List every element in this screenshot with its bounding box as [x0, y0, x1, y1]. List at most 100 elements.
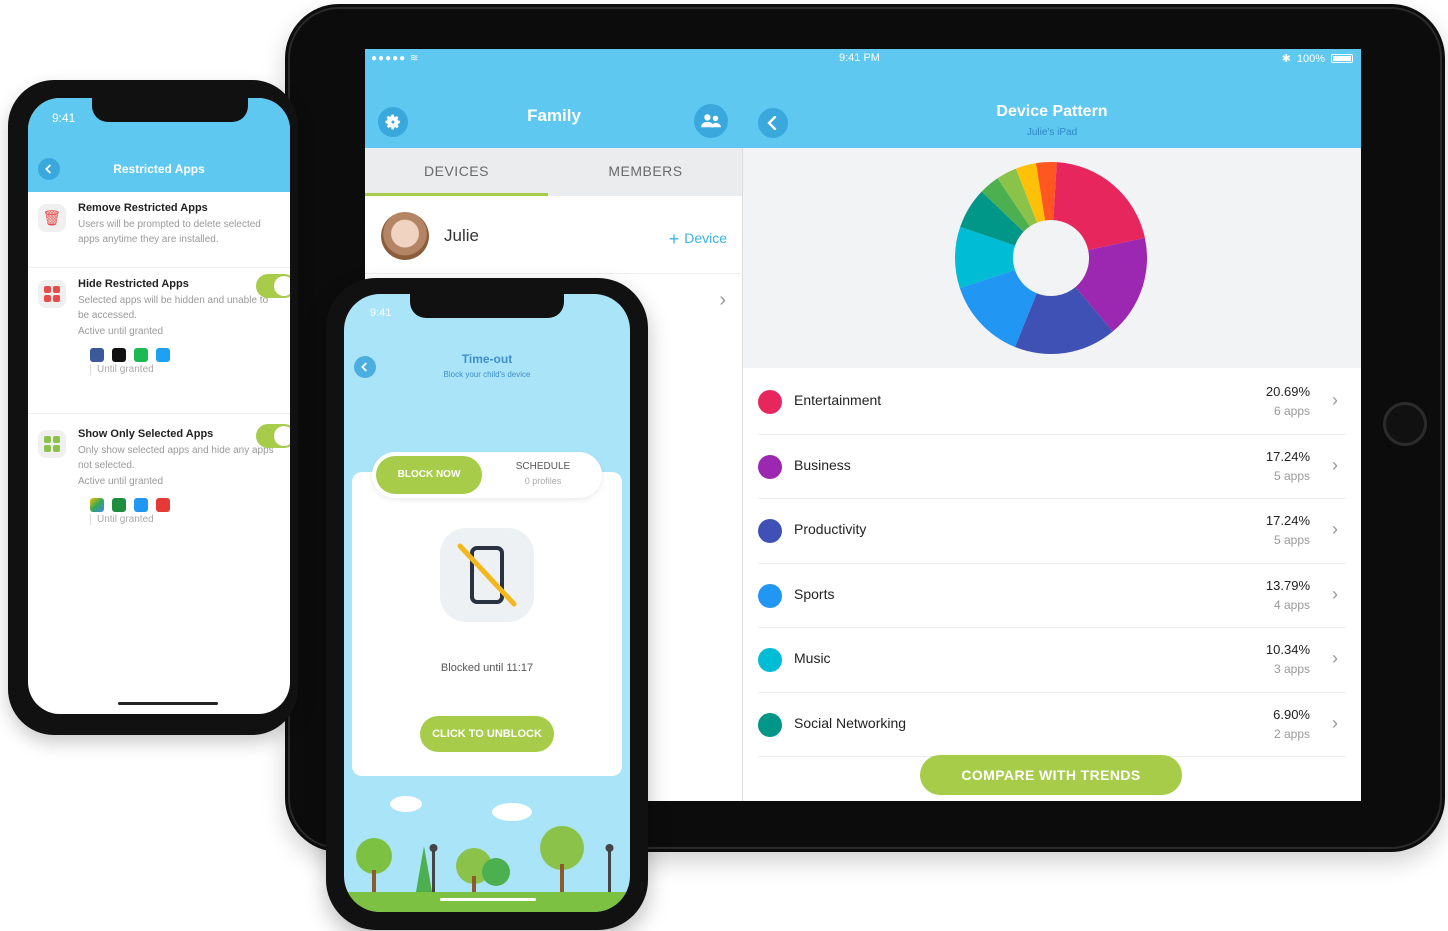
active-status: Active until granted — [78, 476, 164, 487]
category-app-count: 2 apps — [1273, 726, 1310, 741]
item-title: Show Only Selected Apps — [78, 428, 214, 440]
calendar-icon — [134, 498, 148, 512]
until-granted-label: Until granted — [90, 514, 154, 525]
device-member-tabs: DEVICES MEMBERS — [365, 148, 743, 196]
member-row[interactable]: Julie + Device — [365, 196, 743, 274]
left-phone-device: 9:41 Restricted Apps 🗑 Remove Restricted… — [8, 80, 298, 735]
status-time: 9:41 — [52, 111, 76, 125]
until-granted-label: Until granted — [90, 364, 154, 375]
trash-icon: 🗑 — [38, 204, 66, 232]
restricted-app-icons — [90, 348, 170, 362]
avatar — [381, 212, 429, 260]
chevron-right-icon: › — [1332, 519, 1338, 539]
status-time: 9:41 PM — [839, 52, 880, 64]
item-description: Only show selected apps and hide any app… — [78, 445, 274, 471]
family-header: Family — [365, 71, 743, 148]
category-app-count: 6 apps — [1273, 404, 1310, 418]
hide-restricted-toggle[interactable] — [256, 274, 290, 298]
family-title: Family — [527, 106, 581, 125]
click-to-unblock-button[interactable]: CLICK TO UNBLOCK — [420, 716, 554, 752]
item-description: Selected apps will be hidden and unable … — [78, 295, 269, 321]
blocked-phone-icon — [440, 528, 534, 622]
google-drive-icon — [90, 498, 104, 512]
show-only-selected-apps-item: Show Only Selected Apps Only show select… — [28, 424, 290, 554]
schedule-profile-count: 0 profiles — [524, 476, 562, 486]
restricted-apps-title: Restricted Apps — [113, 162, 205, 176]
category-color-dot — [758, 519, 782, 543]
compare-with-trends-button[interactable]: COMPARE WITH TRENDS — [920, 755, 1182, 795]
category-donut-chart — [955, 162, 1147, 354]
category-row[interactable]: Productivity 17.24% 5 apps › — [758, 499, 1346, 564]
block-now-button[interactable]: BLOCK NOW — [376, 456, 482, 494]
left-phone-screen: 9:41 Restricted Apps 🗑 Remove Restricted… — [28, 98, 290, 714]
tab-devices[interactable]: DEVICES — [365, 148, 548, 196]
category-percent: 6.90% — [1273, 706, 1310, 722]
add-device-button[interactable]: + Device — [669, 229, 727, 250]
chevron-right-icon: › — [1332, 583, 1338, 604]
category-name: Productivity — [794, 521, 867, 537]
category-color-dot — [758, 648, 782, 672]
remove-restricted-apps-item[interactable]: 🗑 Remove Restricted Apps Users will be p… — [28, 198, 290, 268]
chevron-right-icon: › — [1332, 454, 1338, 475]
category-row[interactable]: Social Networking 6.90% 2 apps › — [758, 693, 1346, 757]
timeout-title: Time-out — [461, 352, 513, 366]
status-time: 9:41 — [370, 307, 392, 319]
phone-notch — [410, 294, 564, 318]
twitter-icon — [156, 348, 170, 362]
chart-area — [743, 148, 1361, 368]
facebook-icon — [90, 348, 104, 362]
show-only-selected-toggle[interactable] — [256, 424, 290, 448]
apps-grid-icon — [38, 280, 66, 308]
category-row[interactable]: Music 10.34% 3 apps › — [758, 628, 1346, 693]
netflix-icon — [112, 348, 126, 362]
device-pattern-title: Device Pattern — [996, 103, 1108, 120]
plus-icon: + — [668, 229, 685, 249]
home-indicator — [440, 898, 536, 901]
chevron-right-icon: › — [1332, 712, 1338, 733]
category-percent: 17.24% — [1265, 513, 1310, 528]
category-app-count: 5 apps — [1273, 468, 1310, 483]
blocked-until-text: Blocked until 11:17 — [440, 662, 534, 674]
category-row[interactable]: Entertainment 20.69% 6 apps › — [758, 370, 1346, 435]
category-name: Sports — [794, 585, 835, 602]
category-percent: 13.79% — [1265, 577, 1310, 593]
chevron-right-icon: › — [1332, 390, 1338, 410]
signal-indicator: ●●●●● ≋ — [371, 53, 420, 64]
spotify-icon — [134, 348, 148, 362]
active-status: Active until granted — [78, 326, 164, 337]
battery-percent: 100% — [1296, 52, 1325, 65]
category-app-count: 5 apps — [1273, 533, 1310, 547]
park-illustration — [344, 796, 630, 912]
hide-restricted-apps-item: Hide Restricted Apps Selected apps will … — [28, 274, 290, 414]
front-phone-screen: 9:41 Time-out Block your child's device … — [344, 294, 630, 912]
front-phone-device: 9:41 Time-out Block your child's device … — [326, 278, 648, 930]
category-color-dot — [758, 390, 782, 414]
status-bar: ●●●●● ≋ 9:41 PM ✱ 100% — [365, 49, 1361, 71]
tab-members[interactable]: MEMBERS — [548, 148, 743, 196]
category-app-count: 4 apps — [1273, 597, 1310, 612]
category-color-dot — [758, 712, 782, 737]
mode-segmented-control: BLOCK NOW SCHEDULE 0 profiles — [372, 452, 602, 498]
donut-slice-entertainment — [1053, 162, 1145, 251]
category-app-count: 3 apps — [1273, 662, 1310, 676]
phone-notch — [92, 98, 248, 122]
chevron-right-icon: › — [1332, 648, 1338, 668]
ipad-home-button[interactable] — [1383, 402, 1427, 446]
home-indicator — [118, 702, 218, 705]
category-list: Entertainment 20.69% 6 apps › Business 17.24%… — [743, 368, 1361, 801]
item-description: Users will be prompted to delete selecte… — [78, 219, 261, 245]
item-title: Hide Restricted Apps — [78, 278, 189, 290]
category-row[interactable]: Business 17.24% 5 apps › — [758, 435, 1346, 499]
item-title: Remove Restricted Apps — [78, 202, 208, 214]
category-color-dot — [758, 454, 782, 479]
sheets-icon — [112, 498, 126, 512]
battery-icon — [1331, 54, 1353, 63]
category-percent: 17.24% — [1265, 448, 1310, 464]
schedule-tab[interactable]: SCHEDULE — [490, 461, 596, 472]
category-color-dot — [758, 583, 782, 608]
bluetooth-icon: ✱ — [1281, 53, 1291, 65]
category-row[interactable]: Sports 13.79% 4 apps › — [758, 564, 1346, 628]
members-icon[interactable] — [694, 104, 728, 138]
chevron-right-icon[interactable]: › — [719, 289, 726, 312]
device-pattern-header: Device Pattern Julie's iPad — [743, 71, 1361, 148]
